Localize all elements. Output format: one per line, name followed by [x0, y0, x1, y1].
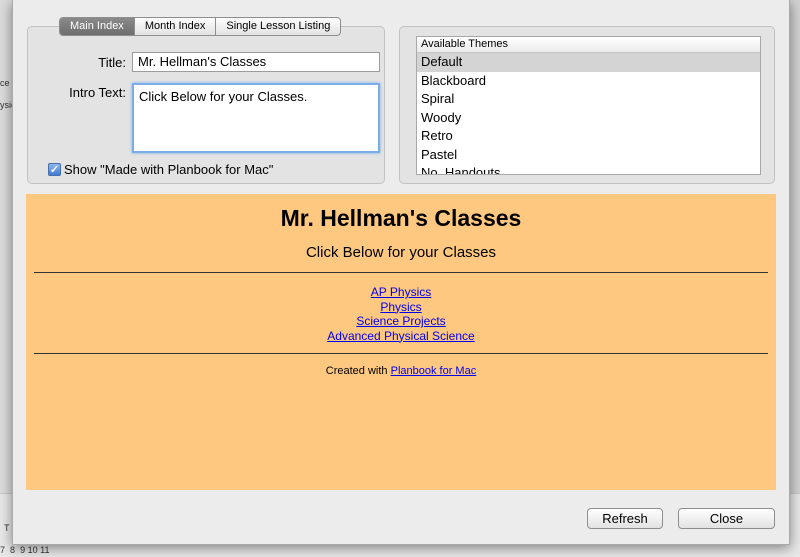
preview-title: Mr. Hellman's Classes	[280, 205, 522, 231]
index-tabs: Main Index Month Index Single Lesson Lis…	[59, 17, 342, 36]
background-text: T	[4, 523, 10, 533]
theme-item-retro[interactable]: Retro	[417, 127, 760, 146]
show-made-with-label: Show "Made with Planbook for Mac"	[64, 162, 274, 177]
preview-credit: Created with Planbook for Mac	[26, 365, 776, 377]
calendar-day: 7	[0, 545, 6, 555]
tab-single-lesson-listing[interactable]: Single Lesson Listing	[216, 18, 340, 35]
themes-list[interactable]: Available Themes Default Blackboard Spir…	[416, 36, 761, 175]
themes-list-header: Available Themes	[417, 37, 760, 53]
preview-intro: Click Below for your Classes	[305, 244, 497, 261]
preview-divider	[34, 353, 768, 354]
show-made-with-checkbox[interactable]: ✓	[48, 163, 61, 176]
theme-item-default[interactable]: Default	[417, 53, 760, 72]
show-made-with-row[interactable]: ✓ Show "Made with Planbook for Mac"	[48, 162, 273, 177]
close-button[interactable]: Close	[678, 508, 775, 529]
intro-text-area[interactable]: Click Below for your Classes.	[132, 83, 380, 153]
calendar-day: 11	[40, 545, 50, 555]
theme-item-no-handouts[interactable]: No_Handouts	[417, 164, 760, 174]
background-text: ce	[0, 78, 10, 88]
theme-item-woody[interactable]: Woody	[417, 109, 760, 128]
main-index-group: Title: Mr. Hellman's Classes Intro Text:…	[27, 26, 385, 184]
preview-credit-link[interactable]: Planbook for Mac	[391, 365, 477, 377]
preview-credit-text: Created with	[325, 365, 388, 377]
preview-link-science-projects[interactable]: Science Projects	[356, 314, 445, 329]
preview-link-advanced-physical-science[interactable]: Advanced Physical Science	[327, 329, 474, 344]
tab-month-index[interactable]: Month Index	[135, 18, 217, 35]
index-preview: Mr. Hellman's Classes Click Below for yo…	[26, 194, 776, 490]
themes-group: Available Themes Default Blackboard Spir…	[399, 26, 775, 184]
title-label: Title:	[98, 55, 126, 70]
preview-class-links: AP Physics Physics Science Projects Adva…	[26, 285, 776, 343]
preview-divider	[34, 272, 768, 273]
preview-link-physics[interactable]: Physics	[380, 300, 421, 315]
calendar-day: 10	[27, 545, 38, 555]
theme-item-blackboard[interactable]: Blackboard	[417, 72, 760, 91]
tab-main-index[interactable]: Main Index	[60, 18, 135, 35]
preview-link-ap-physics[interactable]: AP Physics	[371, 285, 431, 300]
calendar-day: 8	[10, 545, 16, 555]
theme-item-spiral[interactable]: Spiral	[417, 90, 760, 109]
background-text: 7 8 9 10 11	[0, 545, 49, 555]
export-sheet: Main Index Month Index Single Lesson Lis…	[12, 0, 790, 545]
calendar-day: 9	[20, 545, 26, 555]
intro-text-label: Intro Text:	[69, 85, 126, 100]
title-input[interactable]: Mr. Hellman's Classes	[132, 52, 380, 72]
theme-item-pastel[interactable]: Pastel	[417, 146, 760, 165]
refresh-button[interactable]: Refresh	[587, 508, 663, 529]
